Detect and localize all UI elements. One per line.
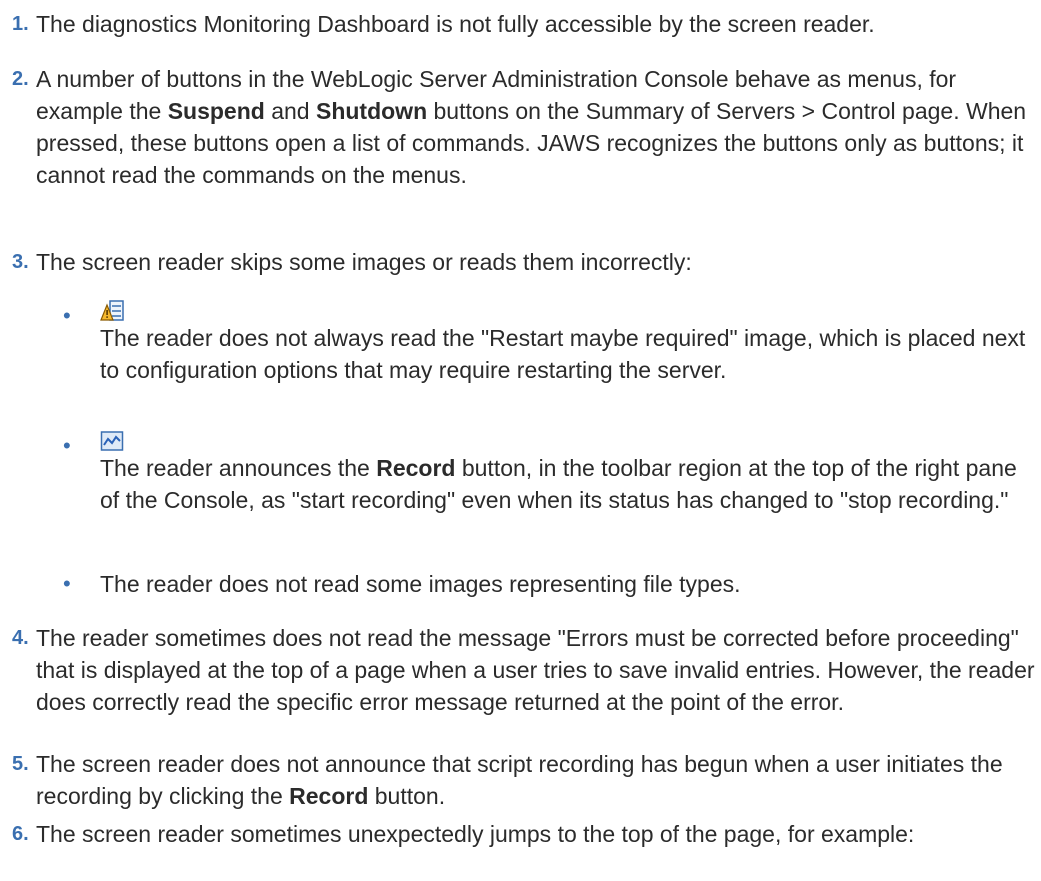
item-text: The reader sometimes does not read the m… [36,625,1035,715]
item-text: A number of buttons in the WebLogic Serv… [36,63,1036,191]
text-run: The screen reader does not announce that… [36,751,1003,809]
list-item-4: 4. The reader sometimes does not read th… [12,622,1036,718]
list-item-2: 2. A number of buttons in the WebLogic S… [12,63,1036,191]
record-label: Record [376,455,456,481]
list-item-6: 6. The screen reader sometimes unexpecte… [12,818,1036,850]
bullet: • [63,571,71,596]
item-number: 6. [12,823,29,845]
restart-required-icon [100,300,1040,322]
record-label: Record [289,783,369,809]
sub-item-text: The reader announces the Record button, … [100,452,1040,516]
item-text: The diagnostics Monitoring Dashboard is … [36,11,875,37]
bullet: • [63,303,71,328]
text-run: button. [368,783,446,809]
sub-item-file-types: • The reader does not read some images r… [63,568,1040,600]
item-number: 4. [12,627,29,649]
item-number: 1. [12,13,29,35]
item-number: 3. [12,251,29,273]
sub-item-text: The reader does not always read the "Res… [100,325,1026,383]
item-text: The screen reader skips some images or r… [36,249,692,275]
item-text: The screen reader sometimes unexpectedly… [36,821,915,847]
suspend-label: Suspend [167,98,265,124]
list-item-3: 3. The screen reader skips some images o… [12,246,1036,278]
bullet: • [63,433,71,458]
text-run: The reader announces the [100,455,377,481]
shutdown-label: Shutdown [315,98,428,124]
sub-item-text: The reader does not read some images rep… [100,571,741,597]
list-item-1: 1. The diagnostics Monitoring Dashboard … [12,8,1036,40]
document-page: 1. The diagnostics Monitoring Dashboard … [0,0,1041,881]
item-text: The screen reader does not announce that… [36,748,1036,812]
sub-item-restart: • The reader does not always read the "R… [63,300,1040,386]
list-item-5: 5. The screen reader does not announce t… [12,748,1036,812]
record-chart-icon [100,430,1040,452]
sub-item-record: • The reader announces the Record button… [63,430,1040,516]
text-run: and [264,98,316,124]
item-number: 2. [12,68,29,90]
item-number: 5. [12,753,29,775]
